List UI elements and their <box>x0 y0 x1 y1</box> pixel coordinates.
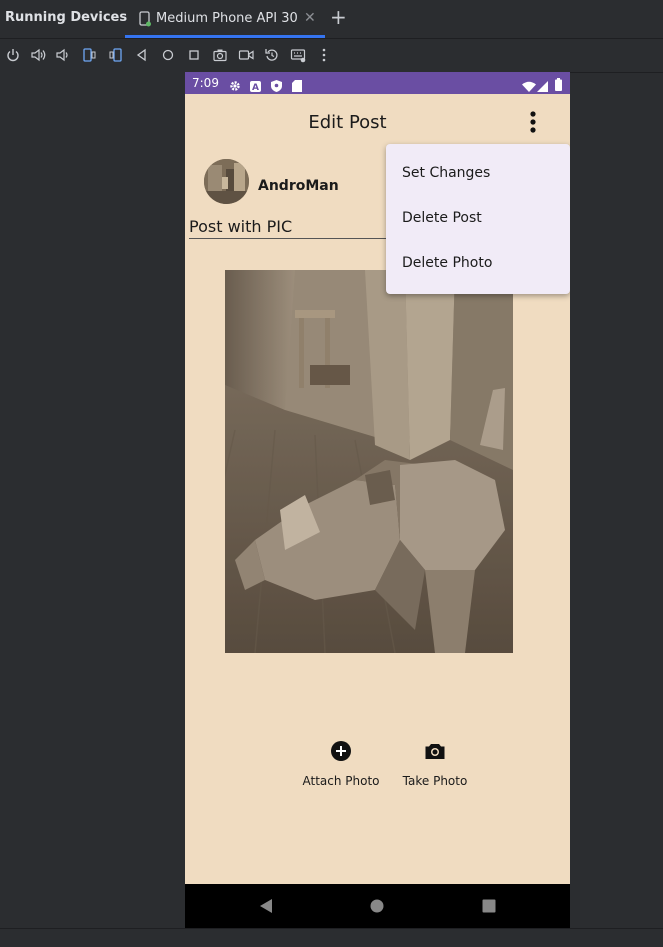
keyboard-icon[interactable] <box>290 47 306 63</box>
nav-home-icon[interactable] <box>369 898 385 918</box>
menu-item-delete-post[interactable]: Delete Post <box>402 210 482 226</box>
ide-status-strip <box>0 928 663 947</box>
status-bar: 7:09 A <box>185 72 570 94</box>
tab-medium-phone[interactable]: Medium Phone API 30 ✕ <box>125 0 325 38</box>
ide-tab-bar: Running Devices Medium Phone API 30 ✕ + <box>0 0 663 39</box>
overflow-menu: Set Changes Delete Post Delete Photo <box>386 144 570 294</box>
page-title: Edit Post <box>308 112 387 133</box>
device-toolbar <box>0 39 663 73</box>
power-icon[interactable] <box>5 47 21 63</box>
take-photo-button[interactable]: Take Photo <box>385 740 485 788</box>
take-photo-label: Take Photo <box>402 774 468 788</box>
active-tab-indicator <box>125 35 325 38</box>
running-devices-title: Running Devices <box>5 10 128 25</box>
avatar <box>204 159 249 204</box>
battery-icon <box>555 76 562 95</box>
emulator-margin <box>0 72 185 928</box>
signal-icon <box>537 77 548 96</box>
overflow-menu-icon[interactable] <box>525 110 541 134</box>
back-icon[interactable] <box>134 47 150 63</box>
sd-card-icon <box>292 77 302 96</box>
device-tab-label: Medium Phone API 30 <box>156 11 298 26</box>
rotate-left-icon[interactable] <box>81 47 97 63</box>
volume-up-icon[interactable] <box>30 47 46 63</box>
volume-down-icon[interactable] <box>55 47 71 63</box>
add-circle-icon <box>330 740 352 762</box>
wifi-icon <box>522 77 536 96</box>
menu-item-delete-photo[interactable]: Delete Photo <box>402 255 492 271</box>
reset-icon[interactable] <box>264 47 280 63</box>
screenshot-icon[interactable] <box>212 47 228 63</box>
camera-icon <box>424 740 446 762</box>
close-tab-icon[interactable]: ✕ <box>304 10 316 26</box>
settings-icon <box>229 77 241 96</box>
menu-item-set-changes[interactable]: Set Changes <box>402 165 490 181</box>
attach-photo-button[interactable]: Attach Photo <box>291 740 391 788</box>
svg-text:A: A <box>252 83 259 92</box>
nav-back-icon[interactable] <box>258 898 274 918</box>
a-icon: A <box>250 77 261 96</box>
rotate-right-icon[interactable] <box>108 47 124 63</box>
home-icon[interactable] <box>160 47 176 63</box>
nav-overview-icon[interactable] <box>481 898 497 918</box>
phone-screen: 7:09 A Edit Post AndroMan Post with PIC … <box>185 72 570 929</box>
post-title-underline <box>189 238 394 239</box>
post-photo <box>225 270 513 653</box>
shield-icon <box>271 77 282 96</box>
post-title-field[interactable]: Post with PIC <box>189 217 292 236</box>
attach-photo-label: Attach Photo <box>302 774 380 788</box>
status-time: 7:09 <box>192 76 219 90</box>
screen-record-icon[interactable] <box>238 47 254 63</box>
android-nav-bar <box>185 884 570 929</box>
overview-icon[interactable] <box>186 47 202 63</box>
username-label: AndroMan <box>258 178 339 194</box>
more-icon[interactable] <box>316 47 332 63</box>
device-icon <box>138 11 152 27</box>
add-tab-icon[interactable]: + <box>330 7 347 27</box>
